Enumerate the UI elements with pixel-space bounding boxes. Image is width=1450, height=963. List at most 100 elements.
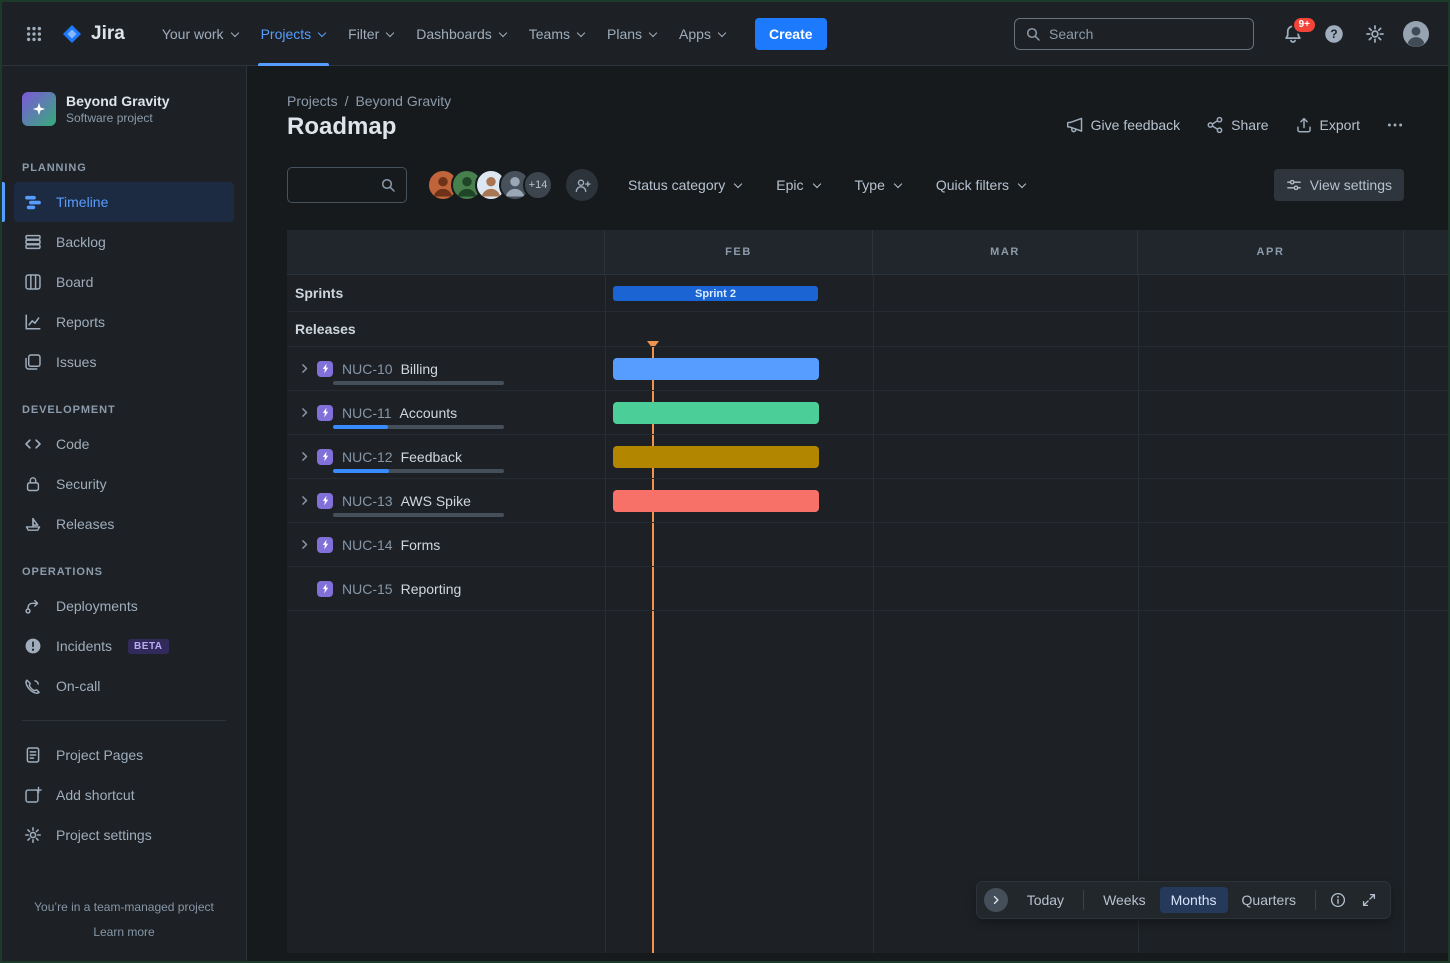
backlog-icon: [24, 233, 42, 251]
zoom-months-button[interactable]: Months: [1160, 887, 1228, 913]
sidebar-item-issues[interactable]: Issues: [14, 342, 234, 382]
help-button[interactable]: ?: [1318, 18, 1350, 50]
nav-item-your-work[interactable]: Your work: [151, 2, 250, 66]
sprints-row: SprintsSprint 2: [287, 275, 1448, 312]
board-icon: [24, 273, 42, 291]
learn-more-link[interactable]: Learn more: [93, 924, 154, 941]
breadcrumb-project-name[interactable]: Beyond Gravity: [355, 93, 451, 109]
add-people-button[interactable]: [566, 169, 598, 201]
nav-item-projects[interactable]: Projects: [250, 2, 338, 66]
epic-timeline-bar[interactable]: [613, 358, 819, 380]
sidebar-item-label: Backlog: [56, 234, 106, 250]
sidebar-item-timeline[interactable]: Timeline: [14, 182, 234, 222]
sidebar-item-project-pages[interactable]: Project Pages: [14, 735, 234, 775]
sidebar-section-title-operations: OPERATIONS: [22, 566, 226, 578]
chevron-right-icon: [298, 362, 311, 375]
app-switcher-button[interactable]: [18, 18, 50, 50]
sidebar-item-reports[interactable]: Reports: [14, 302, 234, 342]
expand-epic-button[interactable]: [295, 492, 313, 510]
gear-icon: [1365, 24, 1385, 44]
nav-item-plans[interactable]: Plans: [596, 2, 668, 66]
view-settings-button[interactable]: View settings: [1274, 169, 1404, 201]
epic-icon: [317, 449, 333, 465]
sliders-icon: [1286, 177, 1302, 193]
chevron-down-icon: [813, 181, 821, 189]
help-icon: ?: [1324, 24, 1344, 44]
sprint-bar[interactable]: Sprint 2: [613, 286, 818, 301]
top-navigation: Jira Your workProjectsFilter Dashboards Te…: [2, 2, 1448, 66]
jira-home-button[interactable]: Jira: [60, 22, 125, 46]
epic-timeline-bar[interactable]: [613, 490, 819, 512]
board-search-input[interactable]: [298, 177, 380, 193]
nav-item-filter[interactable]: Filter: [337, 2, 405, 66]
export-button[interactable]: Export: [1295, 116, 1360, 134]
sidebar-item-incidents[interactable]: IncidentsBETA: [14, 626, 234, 666]
profile-button[interactable]: [1400, 18, 1432, 50]
epic-row-nuc-13: NUC-13AWS Spike: [287, 479, 1448, 523]
epic-icon: [317, 493, 333, 509]
row-left-cell: NUC-12Feedback: [287, 435, 605, 478]
info-icon: [1330, 892, 1346, 908]
topnav-right: 9+ ?: [1014, 18, 1432, 50]
sidebar-item-security[interactable]: Security: [14, 464, 234, 504]
nav-item-dashboards[interactable]: Dashboards: [405, 2, 518, 66]
issues-icon: [24, 353, 42, 371]
breadcrumb-projects[interactable]: Projects: [287, 93, 338, 109]
zoom-quarters-button[interactable]: Quarters: [1231, 887, 1307, 913]
filter-dropdown-status-category[interactable]: Status category: [628, 177, 742, 193]
expand-epic-button[interactable]: [295, 448, 313, 466]
security-icon: [24, 475, 42, 493]
today-button[interactable]: Today: [1016, 887, 1075, 913]
expand-epic-button[interactable]: [295, 360, 313, 378]
epic-timeline-bar[interactable]: [613, 446, 819, 468]
chevron-down-icon: [734, 181, 742, 189]
filter-dropdown-type[interactable]: Type: [855, 177, 902, 193]
sidebar-item-releases[interactable]: Releases: [14, 504, 234, 544]
user-avatar-icon: [1403, 21, 1429, 47]
breadcrumb: Projects / Beyond Gravity: [287, 93, 451, 109]
sidebar-section-title-planning: PLANNING: [22, 162, 226, 174]
avatar-overflow[interactable]: +14: [523, 170, 553, 200]
timeline-info-button[interactable]: [1324, 886, 1352, 914]
filter-dropdown-epic[interactable]: Epic: [776, 177, 820, 193]
zoom-weeks-button[interactable]: Weeks: [1092, 887, 1157, 913]
epic-icon: [317, 405, 333, 421]
filter-dropdown-quick-filters[interactable]: Quick filters: [936, 177, 1026, 193]
sidebar-footer: You’re in a team-managed project Learn m…: [14, 891, 234, 947]
nav-item-label: Dashboards: [416, 26, 492, 42]
create-button[interactable]: Create: [755, 18, 827, 50]
epic-row-nuc-12: NUC-12Feedback: [287, 435, 1448, 479]
share-button[interactable]: Share: [1206, 116, 1268, 134]
sidebar-item-backlog[interactable]: Backlog: [14, 222, 234, 262]
chevron-right-icon: [298, 494, 311, 507]
nav-item-apps[interactable]: Apps: [668, 2, 737, 66]
epic-key: NUC-14: [342, 537, 393, 553]
expand-panel-button[interactable]: [984, 888, 1008, 912]
sidebar-item-project-settings[interactable]: Project settings: [14, 815, 234, 855]
chevron-right-icon: [298, 538, 311, 551]
sidebar-item-deployments[interactable]: Deployments: [14, 586, 234, 626]
epic-timeline-bar[interactable]: [613, 402, 819, 424]
chevron-down-icon: [386, 30, 394, 38]
notifications-button[interactable]: 9+: [1277, 18, 1309, 50]
sidebar-item-add-shortcut[interactable]: Add shortcut: [14, 775, 234, 815]
sidebar-item-code[interactable]: Code: [14, 424, 234, 464]
sidebar-item-on-call[interactable]: On-call: [14, 666, 234, 706]
fullscreen-button[interactable]: [1355, 886, 1383, 914]
global-search-input[interactable]: [1049, 26, 1243, 42]
chevron-down-icon: [577, 30, 585, 38]
epic-key: NUC-10: [342, 361, 393, 377]
give-feedback-button[interactable]: Give feedback: [1066, 116, 1181, 134]
row-chart-cell: [605, 347, 1448, 390]
settings-button[interactable]: [1359, 18, 1391, 50]
expand-epic-button[interactable]: [295, 404, 313, 422]
nav-item-teams[interactable]: Teams: [518, 2, 596, 66]
share-label: Share: [1231, 117, 1268, 133]
expand-epic-button[interactable]: [295, 536, 313, 554]
sidebar-item-board[interactable]: Board: [14, 262, 234, 302]
beta-badge: BETA: [128, 639, 168, 654]
chevron-right-icon: [990, 894, 1002, 906]
more-actions-button[interactable]: [1386, 116, 1404, 134]
sidebar-item-label: Security: [56, 476, 107, 492]
epic-progress-bar: [333, 425, 504, 429]
